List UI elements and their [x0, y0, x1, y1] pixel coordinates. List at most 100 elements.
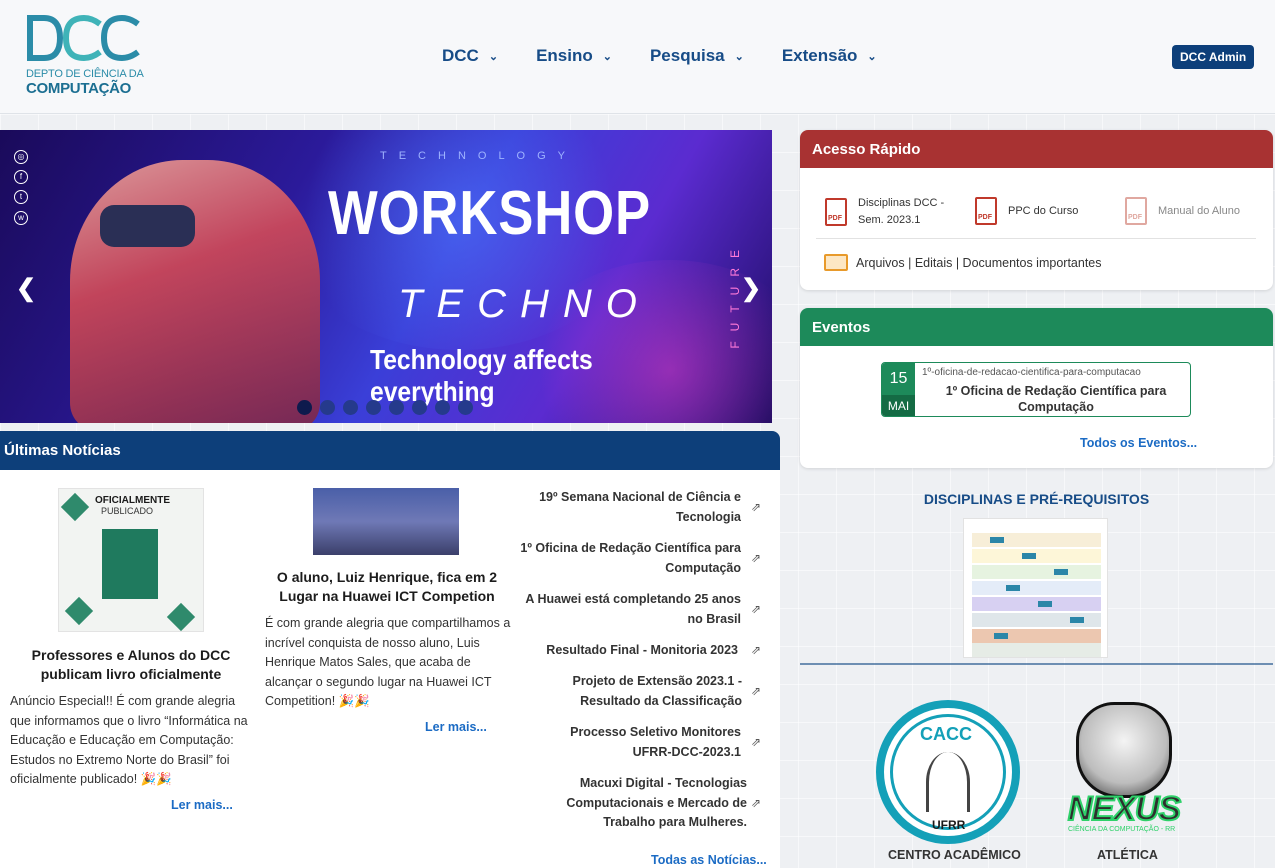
flowchart-node [990, 537, 1004, 543]
facebook-icon: f [14, 170, 28, 184]
carousel-prev-arrow[interactable]: ❮ [16, 274, 36, 303]
centro-academico-logo[interactable]: CACC UFRR [876, 700, 1020, 844]
documents-links: Arquivos | Editais | Documentos importan… [856, 255, 1102, 270]
carousel-dot[interactable] [412, 400, 427, 415]
nexus-logo-text: NEXUS [1067, 789, 1182, 829]
news-header-title: Últimas Notícias [4, 442, 121, 459]
chevron-down-icon: ⌄ [867, 50, 877, 63]
news-card-1-read-more[interactable]: Ler mais... [171, 798, 233, 812]
wolf-mascot-icon [1076, 702, 1172, 798]
flowchart-node [1038, 601, 1052, 607]
centro-academico-caption: CENTRO ACADÊMICO [888, 848, 1021, 862]
disciplines-title[interactable]: DISCIPLINAS E PRÉ-REQUISITOS [800, 491, 1273, 507]
book-cover-image[interactable]: OFICIALMENTE PUBLICADO [58, 488, 204, 632]
dcc-logo[interactable]: DEPTO DE CIÊNCIA DA COMPUTAÇÃO [26, 14, 144, 98]
news-card-2-read-more[interactable]: Ler mais... [425, 720, 487, 734]
quick-access-header: Acesso Rápido [800, 130, 1273, 168]
event-item[interactable]: 15 MAI 1º-oficina-de-redacao-cientifica-… [881, 362, 1191, 417]
pdf-icon: PDF [825, 198, 847, 226]
news-link[interactable]: A Huawei está completando 25 anos no Bra… [511, 590, 741, 629]
hero-carousel: ◎ f t w TECHNOLOGY WORKSHOP TECHNO Techn… [0, 130, 772, 423]
quick-access-disciplinas[interactable]: PDF Disciplinas DCC - Sem. 2023.1 [825, 195, 948, 229]
event-day: 15 [882, 363, 915, 395]
nav-ensino[interactable]: Ensino ⌄ [536, 46, 612, 66]
carousel-dot[interactable] [343, 400, 358, 415]
external-link-icon: ⇗ [750, 551, 761, 565]
circuit-tree-icon [926, 752, 970, 812]
flowchart-node [1006, 585, 1020, 591]
pdf-icon: PDF [1125, 197, 1147, 225]
vr-headset-image [100, 205, 195, 247]
carousel-dot[interactable] [320, 400, 335, 415]
carousel-dot[interactable] [458, 400, 473, 415]
quick-access-label: Manual do Aluno [1158, 204, 1240, 217]
quick-access-ppc[interactable]: PDF PPC do Curso [975, 197, 1078, 225]
twitter-icon: t [14, 190, 28, 204]
main-nav: DCC ⌄ Ensino ⌄ Pesquisa ⌄ Extensão ⌄ [442, 46, 915, 66]
banner-tech-label: TECHNOLOGY [380, 150, 578, 162]
whatsapp-icon: w [14, 211, 28, 225]
nav-ensino-label: Ensino [536, 46, 593, 65]
carousel-dot[interactable] [389, 400, 404, 415]
site-header: DEPTO DE CIÊNCIA DA COMPUTAÇÃO DCC ⌄ Ens… [0, 0, 1275, 114]
news-card-2-title[interactable]: O aluno, Luiz Henrique, fica em 2 Lugar … [265, 568, 509, 606]
news-link[interactable]: Resultado Final - Monitoria 2023 [498, 641, 738, 661]
nav-pesquisa[interactable]: Pesquisa ⌄ [650, 46, 744, 66]
chevron-down-icon: ⌄ [488, 50, 499, 63]
flowchart-band [972, 565, 1101, 579]
pdf-icon: PDF [975, 197, 997, 225]
event-slug: 1º-oficina-de-redacao-cientifica-para-co… [922, 367, 1141, 378]
flowchart-node [1022, 553, 1036, 559]
nav-dcc[interactable]: DCC ⌄ [442, 46, 498, 66]
external-link-icon: ⇗ [750, 735, 761, 749]
admin-button[interactable]: DCC Admin [1172, 45, 1255, 69]
nav-extensao[interactable]: Extensão ⌄ [782, 46, 877, 66]
carousel-dot[interactable] [435, 400, 450, 415]
vr-person-image [70, 160, 320, 423]
all-news-link[interactable]: Todas as Notícias... [651, 853, 767, 867]
logo-line-2: COMPUTAÇÃO [26, 80, 132, 97]
flowchart-band [972, 581, 1101, 595]
news-card-1-title[interactable]: Professores e Alunos do DCC publicam liv… [20, 646, 242, 684]
news-link[interactable]: Processo Seletivo Monitores UFRR-DCC-202… [531, 723, 741, 762]
news-link[interactable]: 1º Oficina de Redação Científica para Co… [511, 539, 741, 578]
competition-photo[interactable] [313, 488, 459, 555]
atletica-logo[interactable]: NEXUS CIÊNCIA DA COMPUTAÇÃO - RR [1052, 698, 1196, 844]
curriculum-flowchart-image[interactable] [963, 518, 1108, 658]
carousel-indicators [297, 400, 481, 415]
flowchart-band [972, 629, 1101, 643]
banner-tagline: Technology affects everything [370, 344, 593, 407]
news-link[interactable]: Macuxi Digital - Tecnologias Computacion… [511, 774, 747, 833]
news-card-1-text: Anúncio Especial!! É com grande alegria … [10, 694, 248, 786]
nav-dcc-label: DCC [442, 46, 479, 65]
folder-icon [824, 254, 848, 271]
news-link[interactable]: Projeto de Extensão 2023.1 - Resultado d… [512, 672, 742, 711]
external-link-icon: ⇗ [750, 796, 761, 810]
quick-access-documents[interactable]: Arquivos | Editais | Documentos importan… [824, 254, 1102, 271]
flowchart-node [1070, 617, 1084, 623]
banner-title: WORKSHOP [328, 179, 651, 248]
logo-line-1: DEPTO DE CIÊNCIA DA [26, 68, 144, 80]
event-month: MAI [882, 395, 915, 416]
section-divider [800, 663, 1273, 665]
hexagon-shape [166, 602, 196, 632]
instagram-icon: ◎ [14, 150, 28, 164]
quick-access-manual[interactable]: PDF Manual do Aluno [1125, 197, 1240, 225]
carousel-dot[interactable] [366, 400, 381, 415]
flowchart-node [994, 633, 1008, 639]
news-link[interactable]: 19º Semana Nacional de Ciência e Tecnolo… [511, 488, 741, 527]
hexagon-shape [60, 492, 90, 522]
carousel-dot[interactable] [297, 400, 312, 415]
external-link-icon: ⇗ [750, 602, 761, 616]
carousel-next-arrow[interactable]: ❯ [741, 274, 761, 303]
external-link-icon: ⇗ [750, 500, 761, 514]
chevron-down-icon: ⌄ [734, 50, 744, 63]
hexagon-shape [64, 596, 94, 626]
ca-logo-sub: UFRR [932, 818, 966, 832]
news-header: Últimas Notícias [0, 431, 780, 470]
all-events-link[interactable]: Todos os Eventos... [1080, 436, 1197, 450]
banner-subtitle: TECHNO [398, 282, 651, 326]
news-card-2-text: É com grande alegria que compartilhamos … [265, 616, 511, 708]
chevron-down-icon: ⌄ [602, 50, 612, 63]
quick-access-label: PPC do Curso [1008, 204, 1079, 217]
